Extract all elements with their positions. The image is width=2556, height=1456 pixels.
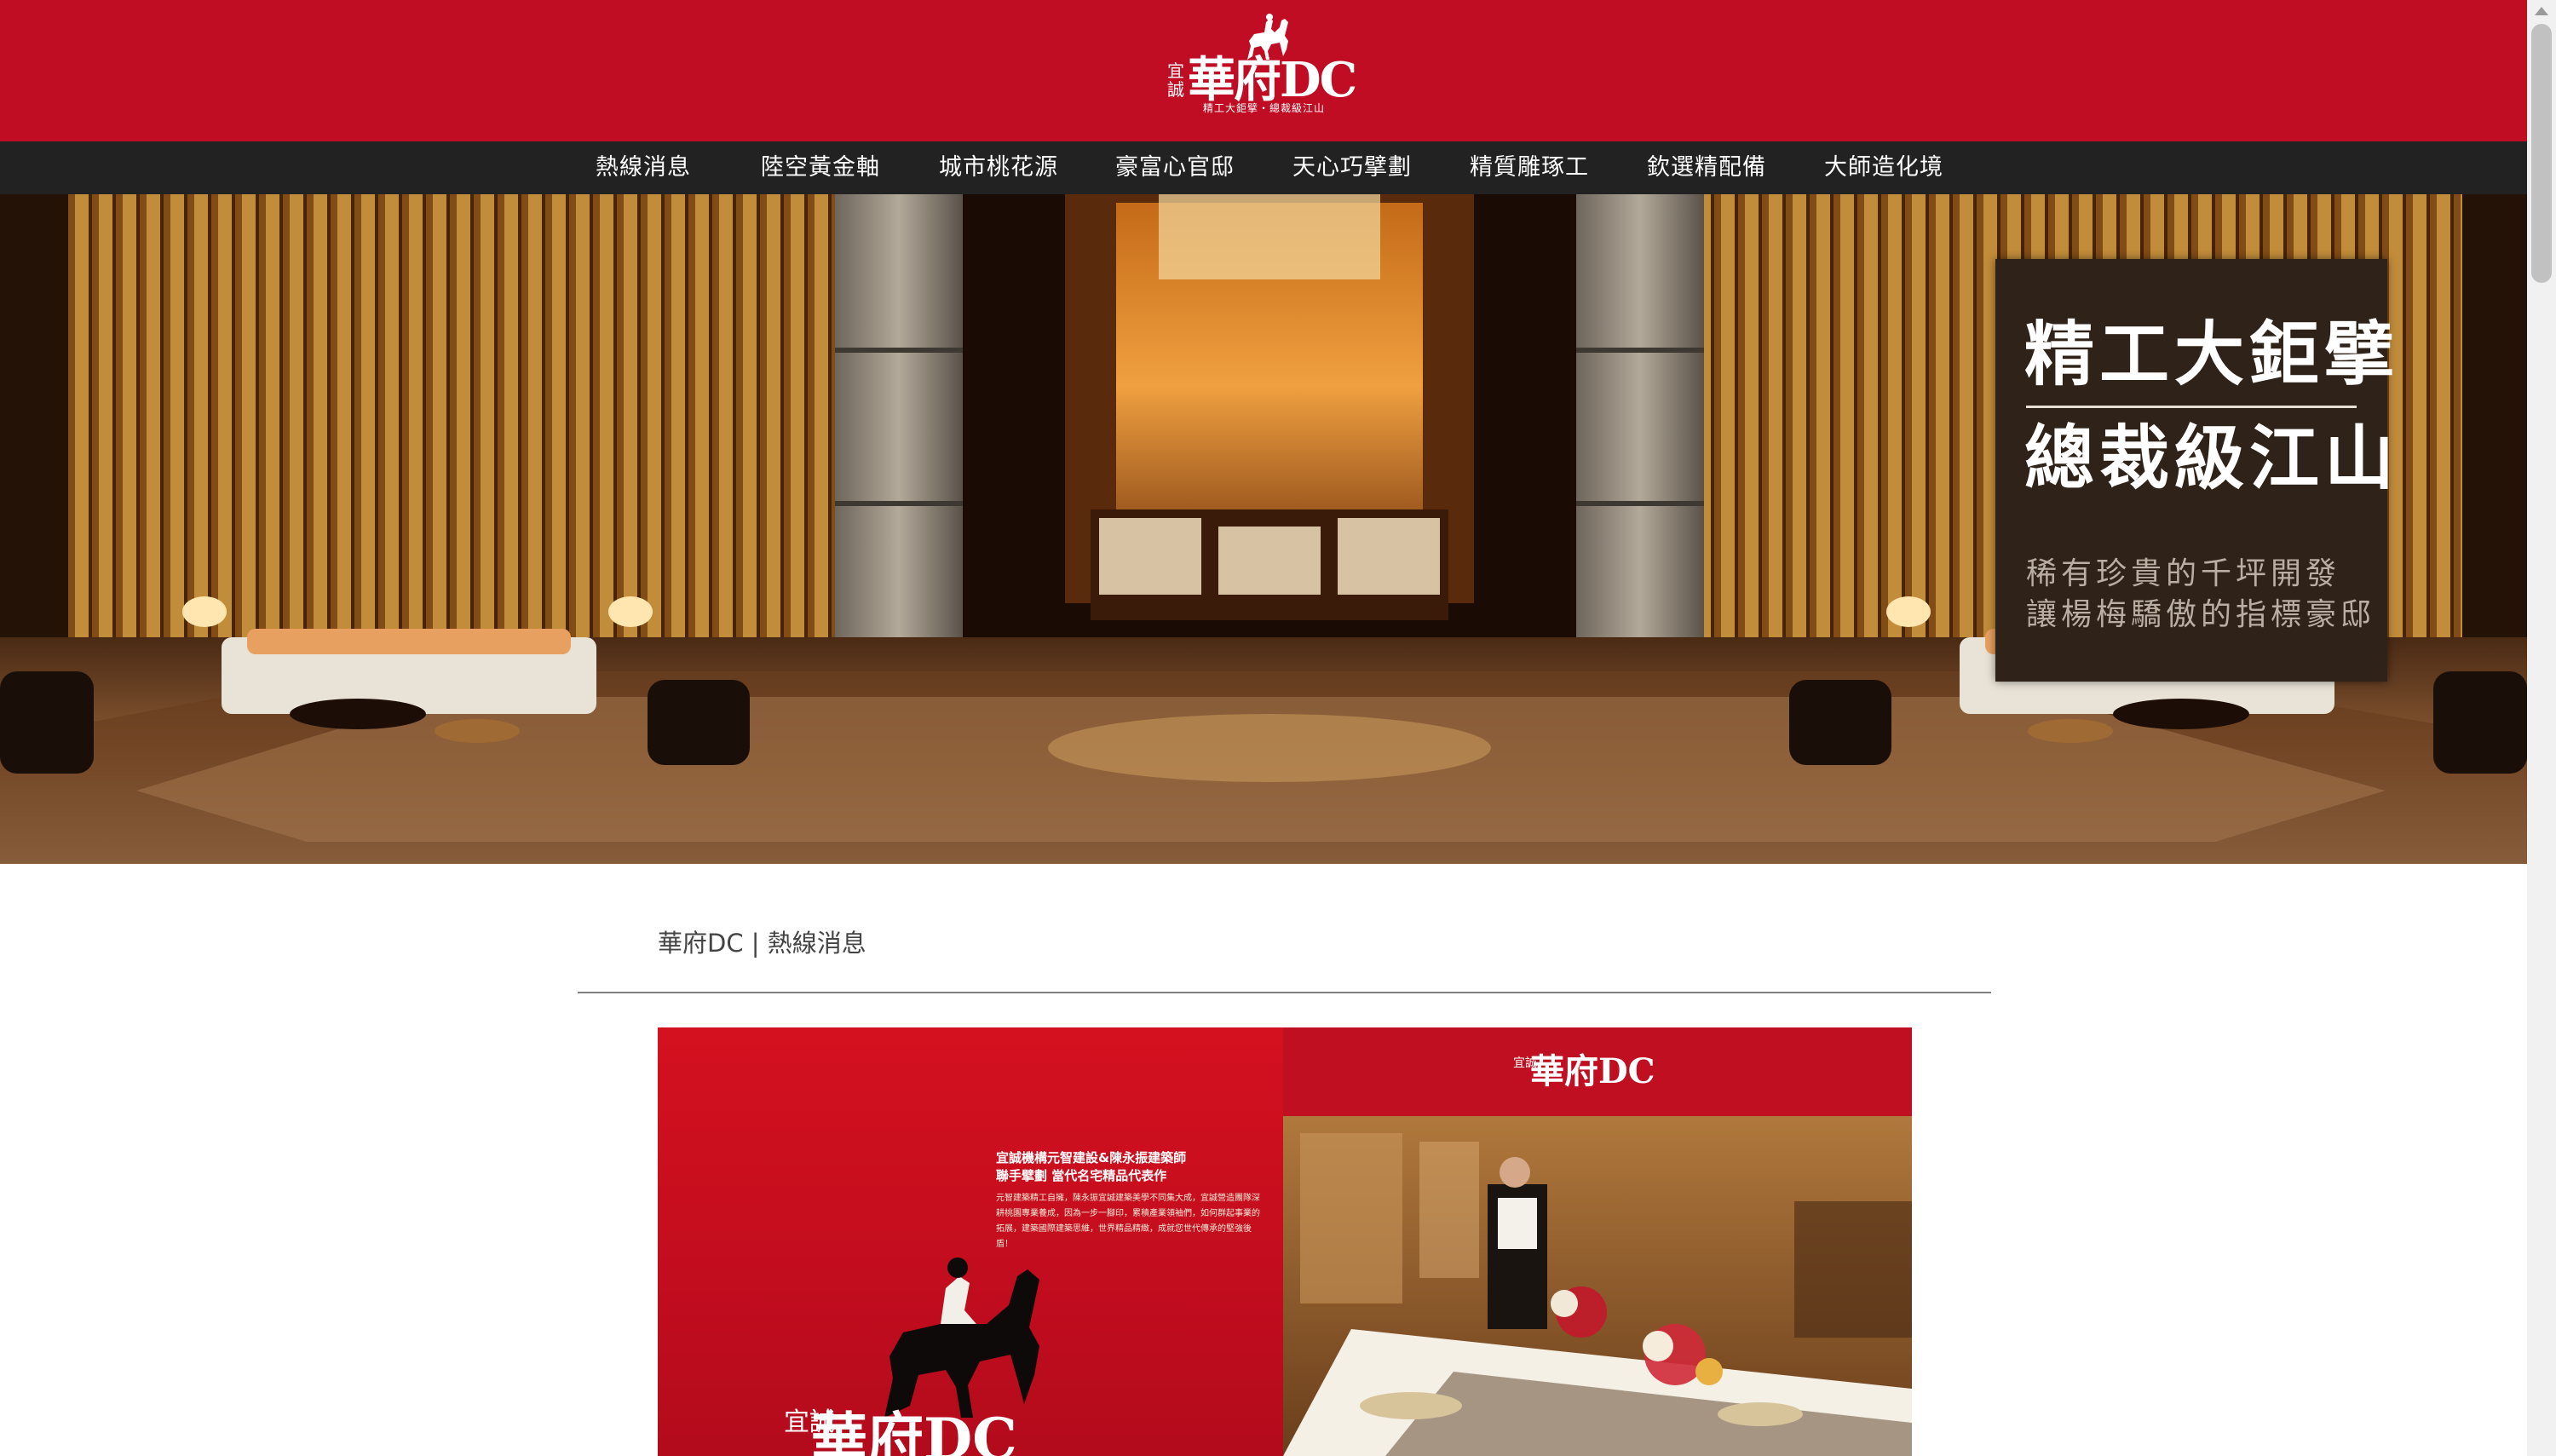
hero-subtitle-line1: 稀有珍貴的千坪開發 [2026,556,2341,591]
brochure-dining-photo [1283,1116,1912,1456]
nav-item-mansion[interactable]: 豪富心官邸 [1115,141,1235,194]
section-divider [578,992,1991,993]
hero-title-line2: 總裁級江山 [2024,417,2400,499]
hero-title-divider [2026,406,2357,408]
hero-slogan-box: 精工大鉅擘 總裁級江山 稀有珍貴的千坪開發 讓楊梅驕傲的指標豪邸 [1995,259,2400,682]
nav-item-golden-axis[interactable]: 陸空黃金軸 [761,141,880,194]
main-nav: 熱線消息 陸空黃金軸 城市桃花源 豪富心官邸 天心巧擘劃 精質雕琢工 欽選精配備… [0,141,2527,194]
brochure-right-header: 宜誠 華府DC [1283,1027,1912,1116]
hero-subtitle-line2: 讓楊梅驕傲的指標豪邸 [2026,597,2376,632]
page-scrollbar[interactable] [2527,0,2556,1456]
logo-tagline: 精工大鉅擘・總裁級江山 [1203,102,1326,114]
brochure-headline-1: 宜誠機構元智建設&陳永振建築師 [996,1150,1187,1165]
nav-item-equipment[interactable]: 欽選精配備 [1647,141,1766,194]
hero-title-line1: 精工大鉅擘 [2024,314,2400,395]
nav-item-hot-news[interactable]: 熱線消息 [596,141,691,194]
hero-banner: 精工大鉅擘 總裁級江山 稀有珍貴的千坪開發 讓楊梅驕傲的指標豪邸 [0,194,2527,864]
nav-item-design[interactable]: 天心巧擘劃 [1292,141,1412,194]
brochure-body-text: 元智建築精工自擁，陳永振宜誠建築美學不同集大成，宜誠營造團隊深耕桃園專業養成，因… [996,1194,1260,1249]
logo-wordmark: 華府DC [1188,52,1357,108]
logo-vertical-text: 宜誠 [1167,60,1184,100]
brochure-right-logo-vertical: 宜誠 [1513,1056,1537,1070]
site-logo[interactable]: 宜誠 華府DC 精工大鉅擘・總裁級江山 [1167,12,1363,119]
nav-item-city-paradise[interactable]: 城市桃花源 [939,141,1058,194]
brochure-left-logo-vertical: 宜誠 [784,1407,835,1437]
scrollbar-thumb[interactable] [2531,24,2552,283]
brochure-right-logo-main: 華府DC [1530,1051,1655,1091]
brochure-left-logo: 宜誠 華府DC [784,1409,1091,1456]
dining-room-photo [1283,1116,1912,1456]
brochure-headline-2: 聯手擘劃 當代名宅精品代表作 [996,1168,1167,1183]
nav-item-craftsmanship[interactable]: 精質雕琢工 [1470,141,1589,194]
site-header: 宜誠 華府DC 精工大鉅擘・總裁級江山 [0,0,2527,141]
brochure-left-logo-main: 華府DC [811,1406,1017,1456]
breadcrumb: 華府DC | 熱線消息 [658,929,866,958]
scroll-up-arrow-icon[interactable] [2535,7,2548,15]
horse-rider-icon [884,1257,1039,1418]
news-brochure-image[interactable]: 宜誠 華府DC 宜誠 華府DC 宜誠機構元智建設&陳永振建築師 聯手擘劃 當代名… [658,1027,1912,1456]
nav-item-masters[interactable]: 大師造化境 [1824,141,1943,194]
